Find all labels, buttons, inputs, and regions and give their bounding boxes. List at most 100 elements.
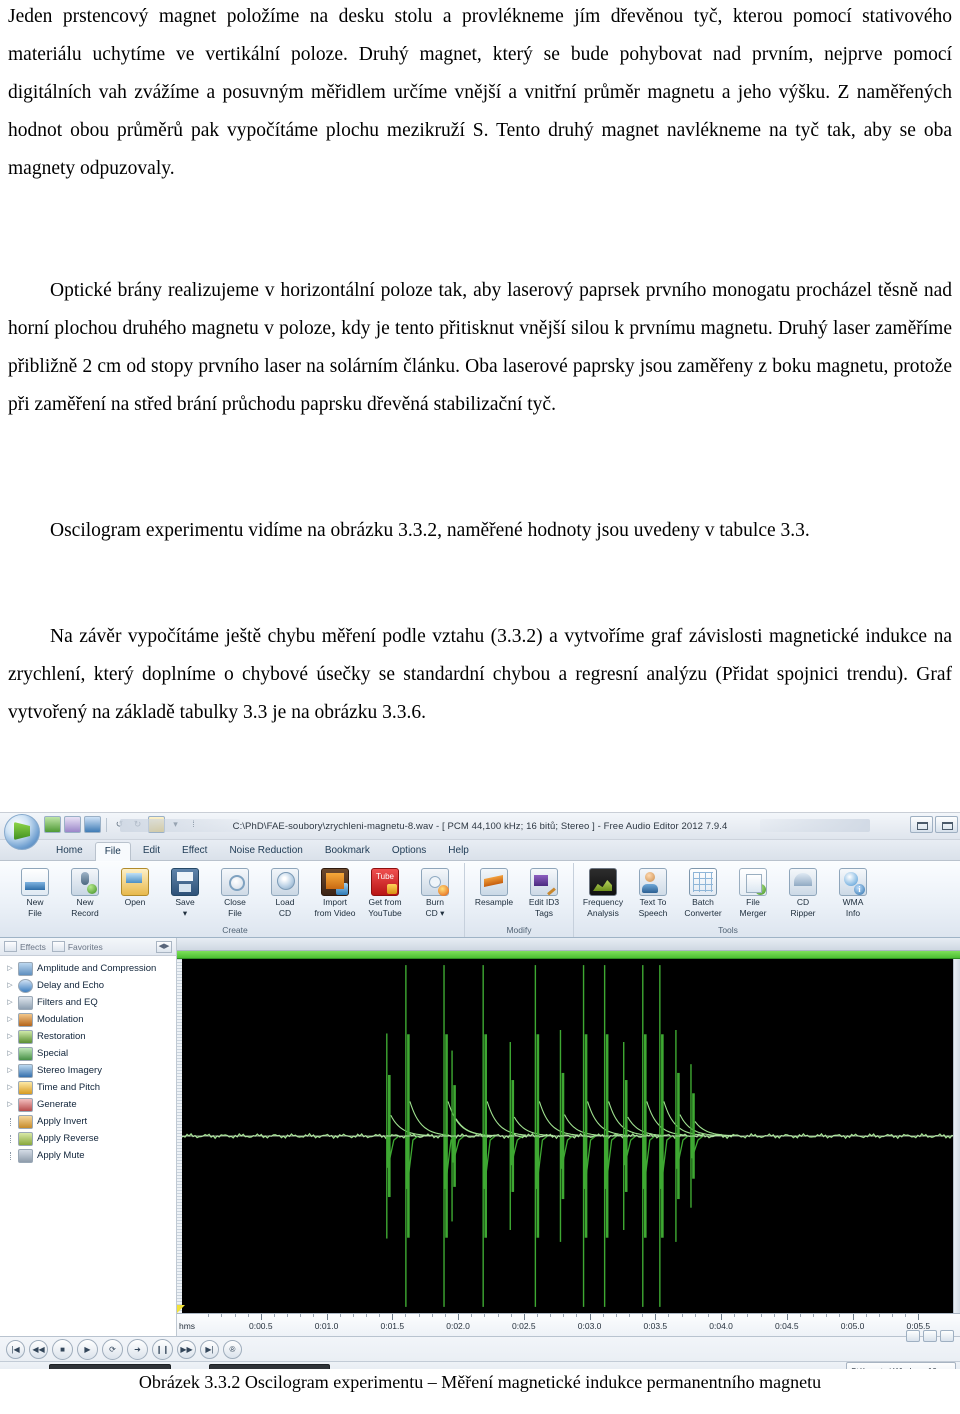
tts-label-2: Speech xyxy=(638,908,668,918)
chevron-right-icon[interactable]: ▷ xyxy=(6,982,14,990)
tree-item-modulation[interactable]: ▷ Modulation xyxy=(2,1011,176,1028)
tab-effect[interactable]: Effect xyxy=(172,841,217,860)
page-root: Jeden prstencový magnet položíme na desk… xyxy=(0,0,960,1414)
paragraph-3: Oscilogram experimentu vidíme na obrázku… xyxy=(8,512,952,550)
go-to-end-button[interactable]: ▶| xyxy=(200,1339,219,1359)
tray-icon-3[interactable] xyxy=(940,1330,954,1342)
sidebar-collapse-button[interactable]: ◀▶ xyxy=(156,940,172,953)
selection-label: Selection xyxy=(8,1367,43,1369)
record-button[interactable]: ® xyxy=(223,1339,242,1359)
fast-forward-button[interactable]: ▶▶ xyxy=(177,1339,196,1359)
playhead-marker-icon[interactable] xyxy=(177,1305,185,1313)
time-tick-minor xyxy=(352,1314,354,1317)
tree-item-amplitude-and-compression[interactable]: ▷ Amplitude and Compression xyxy=(2,960,176,977)
forward-button[interactable]: ➜ xyxy=(127,1338,148,1360)
windows-update-toast[interactable]: Stáhnout si Windows 10 xyxy=(846,1362,956,1369)
waveform-vertical-scrollbar[interactable] xyxy=(953,959,960,1313)
file-merger-button[interactable]: File Merger xyxy=(729,865,777,918)
tree-item-stereo-imagery[interactable]: ▷ Stereo Imagery xyxy=(2,1062,176,1079)
pause-button[interactable]: ❙❙ xyxy=(152,1338,173,1360)
wma-label-2: Info xyxy=(845,908,861,918)
paragraph-4-text: Na závěr vypočítáme ještě chybu měření p… xyxy=(8,626,952,723)
batch-converter-icon xyxy=(689,868,717,896)
tree-item-special[interactable]: ▷ Special xyxy=(2,1045,176,1062)
merger-label-1: File xyxy=(746,897,760,907)
go-to-start-button[interactable]: |◀ xyxy=(6,1339,25,1359)
minimize-button[interactable] xyxy=(910,816,933,833)
tree-item-generate[interactable]: ▷ Generate xyxy=(2,1096,176,1113)
new-file-button[interactable]: New File xyxy=(11,865,59,918)
save-file-button[interactable]: Save ▾ xyxy=(161,865,209,918)
tray-icon-2[interactable] xyxy=(923,1330,937,1342)
loop-button[interactable]: ⟳ xyxy=(102,1338,123,1360)
tab-edit[interactable]: Edit xyxy=(133,841,170,860)
load-cd-icon xyxy=(271,868,299,896)
chevron-right-icon[interactable]: ▷ xyxy=(6,999,14,1007)
edit-id3-tags-button[interactable]: Edit ID3 Tags xyxy=(520,865,568,918)
tab-noise-reduction[interactable]: Noise Reduction xyxy=(219,841,312,860)
selection-strip[interactable] xyxy=(177,951,960,959)
time-tick-minor xyxy=(602,1314,604,1317)
time-ruler[interactable]: hms 0:00.5 0:01.0 0:01.5 0:02.0 0:02.5 0:03.0… xyxy=(177,1313,960,1336)
resample-button[interactable]: Resample xyxy=(470,865,518,908)
frequency-analysis-button[interactable]: Frequency Analysis xyxy=(579,865,627,918)
app-orb-icon[interactable] xyxy=(4,814,40,850)
rewind-button[interactable]: ◀◀ xyxy=(29,1339,48,1359)
chevron-right-icon[interactable]: ▷ xyxy=(6,1067,14,1075)
text-to-speech-button[interactable]: Text To Speech xyxy=(629,865,677,918)
tree-item-filters-and-eq[interactable]: ▷ Filters and EQ xyxy=(2,994,176,1011)
get-from-youtube-button[interactable]: Get from YouTube xyxy=(361,865,409,918)
tab-home[interactable]: Home xyxy=(46,841,93,860)
play-button[interactable]: ▶ xyxy=(77,1338,98,1360)
chevron-right-icon[interactable]: ▷ xyxy=(6,1050,14,1058)
load-cd-button[interactable]: Load CD xyxy=(261,865,309,918)
tab-options[interactable]: Options xyxy=(382,841,436,860)
stop-button[interactable]: ■ xyxy=(52,1338,73,1360)
tree-item-restoration[interactable]: ▷ Restoration xyxy=(2,1028,176,1045)
new-record-button[interactable]: New Record xyxy=(61,865,109,918)
tree-item-apply-invert[interactable]: Apply Invert xyxy=(2,1113,176,1130)
sidebar-tab-effects[interactable]: Effects xyxy=(4,941,46,952)
time-tick-major xyxy=(918,1314,920,1320)
chevron-right-icon[interactable]: ▷ xyxy=(6,1084,14,1092)
time-tick-minor xyxy=(510,1314,512,1317)
chevron-right-icon[interactable]: ▷ xyxy=(6,965,14,973)
close-file-button[interactable]: Close File xyxy=(211,865,259,918)
tray-icon-1[interactable] xyxy=(906,1330,920,1342)
time-tick-minor xyxy=(366,1314,368,1317)
tree-label: Stereo Imagery xyxy=(37,1065,102,1076)
burn-cd-button[interactable]: Burn CD ▾ xyxy=(411,865,459,918)
ribbon-group-create: New File New Record Open Save ▾ Close Fi… xyxy=(6,863,464,937)
delay-icon xyxy=(18,978,33,993)
import-video-button[interactable]: Import from Video xyxy=(311,865,359,918)
time-tick-minor xyxy=(839,1314,841,1317)
tab-file[interactable]: File xyxy=(94,842,131,861)
tree-item-apply-reverse[interactable]: Apply Reverse xyxy=(2,1130,176,1147)
cd-ripper-button[interactable]: CD Ripper xyxy=(779,865,827,918)
batch-converter-button[interactable]: Batch Converter xyxy=(679,865,727,918)
special-icon xyxy=(18,1046,33,1061)
paragraph-2: Optické brány realizujeme v horizontální… xyxy=(8,272,952,424)
tree-item-apply-mute[interactable]: Apply Mute xyxy=(2,1147,176,1164)
load-cd-label-1: Load xyxy=(275,897,295,907)
selection-field[interactable]: 0:00:00.000 0:00:00.000 xyxy=(48,1364,171,1369)
open-file-button[interactable]: Open xyxy=(111,865,159,908)
tab-bookmark[interactable]: Bookmark xyxy=(315,841,380,860)
new-record-label-1: New xyxy=(76,897,94,907)
favorites-icon xyxy=(51,941,65,952)
time-tick-minor xyxy=(892,1314,894,1317)
length-field[interactable]: 0:00:00.000 0:00:05.930 xyxy=(208,1364,331,1369)
tree-item-delay-and-echo[interactable]: ▷ Delay and Echo xyxy=(2,977,176,994)
time-tick-minor xyxy=(734,1314,736,1317)
screenshot-figure: ↺ ↻ ▾ ⁞ C:\PhD\FAE-soubory\zrychleni-mag… xyxy=(0,812,960,1369)
tree-item-time-and-pitch[interactable]: ▷ Time and Pitch xyxy=(2,1079,176,1096)
wma-info-button[interactable]: WMA Info xyxy=(829,865,877,918)
tab-help[interactable]: Help xyxy=(438,841,479,860)
chevron-right-icon[interactable]: ▷ xyxy=(6,1033,14,1041)
waveform-canvas[interactable] xyxy=(177,959,960,1313)
sidebar-tab-favorites[interactable]: Favorites xyxy=(51,941,103,952)
paragraph-2-text: Optické brány realizujeme v horizontální… xyxy=(8,280,952,415)
chevron-right-icon[interactable]: ▷ xyxy=(6,1101,14,1109)
maximize-button[interactable] xyxy=(935,816,958,833)
chevron-right-icon[interactable]: ▷ xyxy=(6,1016,14,1024)
